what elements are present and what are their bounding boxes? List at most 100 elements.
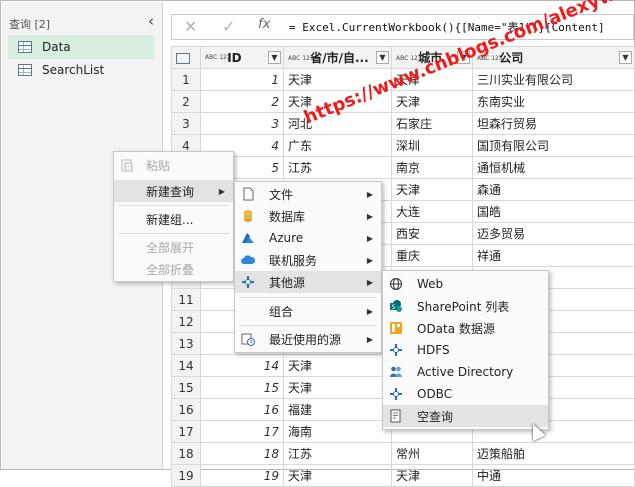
formula-input[interactable]: = Excel.CurrentWorkbook(){[Name="表1"]}[C… — [289, 19, 634, 35]
cell-province[interactable]: 广东 — [283, 134, 392, 157]
cell-city[interactable]: 天津 — [391, 90, 473, 113]
row-number[interactable]: 14 — [171, 354, 201, 377]
cell-city[interactable]: 石家庄 — [391, 112, 473, 135]
azure-icon — [242, 233, 254, 243]
row-number[interactable]: 2 — [171, 90, 201, 113]
type-any-icon[interactable]: ABC 123 — [288, 55, 314, 62]
cell-company[interactable]: 国顶有限公司 — [472, 134, 635, 157]
menu-item-hdfs[interactable]: HDFS — [383, 339, 548, 361]
cell-id[interactable]: 15 — [200, 376, 284, 399]
cell-province[interactable]: 天津 — [283, 464, 392, 487]
table-row[interactable]: 3 3 河北 石家庄 坦森行贸易 — [171, 112, 635, 135]
table-menu-button[interactable] — [171, 46, 201, 69]
menu-item-odata[interactable]: OData 数据源 — [383, 317, 548, 339]
row-number[interactable]: 15 — [171, 376, 201, 399]
cell-company[interactable]: 东南实业 — [472, 90, 635, 113]
menu-item-odbc[interactable]: ODBC — [383, 383, 548, 405]
cancel-formula-button[interactable]: ✕ — [184, 17, 197, 36]
row-number[interactable]: 1 — [171, 68, 201, 91]
menu-item-active-directory[interactable]: Active Directory — [383, 361, 548, 383]
cell-province[interactable]: 福建 — [283, 398, 392, 421]
cell-city[interactable]: 天津 — [391, 464, 473, 487]
table-row[interactable]: 19 19 天津 天津 中通 — [171, 464, 635, 487]
row-number[interactable]: 17 — [171, 420, 201, 443]
menu-item-database[interactable]: 数据库 ▶ — [235, 205, 381, 227]
cell-id[interactable]: 14 — [200, 354, 284, 377]
filter-dropdown-icon[interactable]: ▼ — [619, 51, 632, 64]
menu-item-paste[interactable]: 粘贴 — [114, 154, 233, 176]
cell-province[interactable]: 天津 — [283, 376, 392, 399]
cell-city[interactable]: 南京 — [391, 156, 473, 179]
sharepoint-icon: S — [390, 300, 402, 312]
filter-dropdown-icon[interactable]: ▼ — [376, 51, 389, 64]
svg-text:S: S — [392, 304, 396, 311]
recent-sources-icon — [241, 333, 255, 346]
menu-item-expand-all[interactable]: 全部展开 — [114, 236, 233, 258]
cell-id[interactable]: 16 — [200, 398, 284, 421]
query-item-data[interactable]: Data — [8, 35, 154, 59]
cell-city[interactable]: 西安 — [391, 222, 473, 245]
cell-province[interactable]: 江苏 — [283, 156, 392, 179]
menu-item-label: 其他源 — [269, 275, 306, 290]
cell-company[interactable]: 祥通 — [472, 244, 635, 267]
cell-id[interactable]: 1 — [200, 68, 284, 91]
row-number[interactable]: 11 — [171, 288, 201, 311]
cell-company[interactable]: 国皓 — [472, 200, 635, 223]
menu-item-online-services[interactable]: 联机服务 ▶ — [235, 249, 381, 271]
cell-id[interactable]: 2 — [200, 90, 284, 113]
cell-province[interactable]: 海南 — [283, 420, 392, 443]
fx-button[interactable]: fx — [258, 17, 270, 32]
query-item-searchlist[interactable]: SearchList — [8, 58, 154, 82]
cell-company[interactable]: 三川实业有限公司 — [472, 68, 635, 91]
row-number[interactable]: 12 — [171, 310, 201, 333]
row-number[interactable]: 19 — [171, 464, 201, 487]
cell-company[interactable]: 中通 — [472, 464, 635, 487]
table-row[interactable]: 55江苏南京通恒机械 — [171, 156, 635, 179]
menu-item-collapse-all[interactable]: 全部折叠 — [114, 258, 233, 280]
menu-item-sharepoint-list[interactable]: S SharePoint 列表 — [383, 295, 548, 317]
column-header-province[interactable]: ABC 123 省/市/自... ▼ — [283, 46, 392, 69]
collapse-pane-button[interactable]: ‹ — [148, 12, 154, 30]
type-any-icon[interactable]: ABC 123 — [205, 55, 231, 61]
cell-company[interactable]: 森通 — [472, 178, 635, 201]
column-header-label: 公司 — [499, 51, 524, 65]
cell-company[interactable]: 通恒机械 — [472, 156, 635, 179]
cell-city[interactable]: 重庆 — [391, 244, 473, 267]
menu-item-web[interactable]: Web — [383, 273, 548, 295]
row-number[interactable]: 13 — [171, 332, 201, 355]
filter-dropdown-icon[interactable]: ▼ — [268, 51, 281, 64]
row-number[interactable]: 3 — [171, 112, 201, 135]
type-any-icon[interactable]: ABC 123 — [396, 55, 422, 62]
cell-city[interactable]: 大连 — [391, 200, 473, 223]
cell-company[interactable]: 迈策船舶 — [472, 442, 635, 465]
table-row[interactable]: 18 18 江苏 常州 迈策船舶 — [171, 442, 635, 465]
cell-id[interactable]: 19 — [200, 464, 284, 487]
column-header-id[interactable]: ABC 123 ID ▼ — [200, 46, 284, 69]
menu-item-label: Web — [417, 277, 444, 291]
cell-company[interactable]: 坦森行贸易 — [472, 112, 635, 135]
cell-id[interactable]: 3 — [200, 112, 284, 135]
cell-province[interactable]: 天津 — [283, 354, 392, 377]
menu-item-combine[interactable]: 组合 ▶ — [235, 300, 381, 322]
menu-item-azure[interactable]: Azure ▶ — [235, 227, 381, 249]
menu-item-file[interactable]: 文件 ▶ — [235, 183, 381, 205]
cell-company[interactable]: 迈多贸易 — [472, 222, 635, 245]
row-number[interactable]: 18 — [171, 442, 201, 465]
commit-formula-button[interactable]: ✓ — [222, 17, 235, 36]
paste-icon — [121, 159, 133, 172]
cell-city[interactable]: 天津 — [391, 178, 473, 201]
table-row[interactable]: 4 4 广东 深圳 国顶有限公司 — [171, 134, 635, 157]
menu-item-recent-sources[interactable]: 最近使用的源 ▶ — [235, 328, 381, 350]
cell-city[interactable]: 深圳 — [391, 134, 473, 157]
cell-id[interactable]: 18 — [200, 442, 284, 465]
menu-item-new-group[interactable]: 新建组... — [114, 208, 233, 230]
cell-id[interactable]: 17 — [200, 420, 284, 443]
menu-item-label: 联机服务 — [269, 253, 318, 268]
menu-item-other-sources[interactable]: 其他源 ▶ — [235, 271, 381, 293]
menu-item-new-query[interactable]: 新建查询 ▶ — [114, 180, 233, 202]
cell-city[interactable]: 常州 — [391, 442, 473, 465]
menu-item-blank-query[interactable]: 空查询 — [383, 405, 548, 427]
table-row[interactable]: 2 2 天津 天津 东南实业 — [171, 90, 635, 113]
row-number[interactable]: 16 — [171, 398, 201, 421]
cell-province[interactable]: 江苏 — [283, 442, 392, 465]
